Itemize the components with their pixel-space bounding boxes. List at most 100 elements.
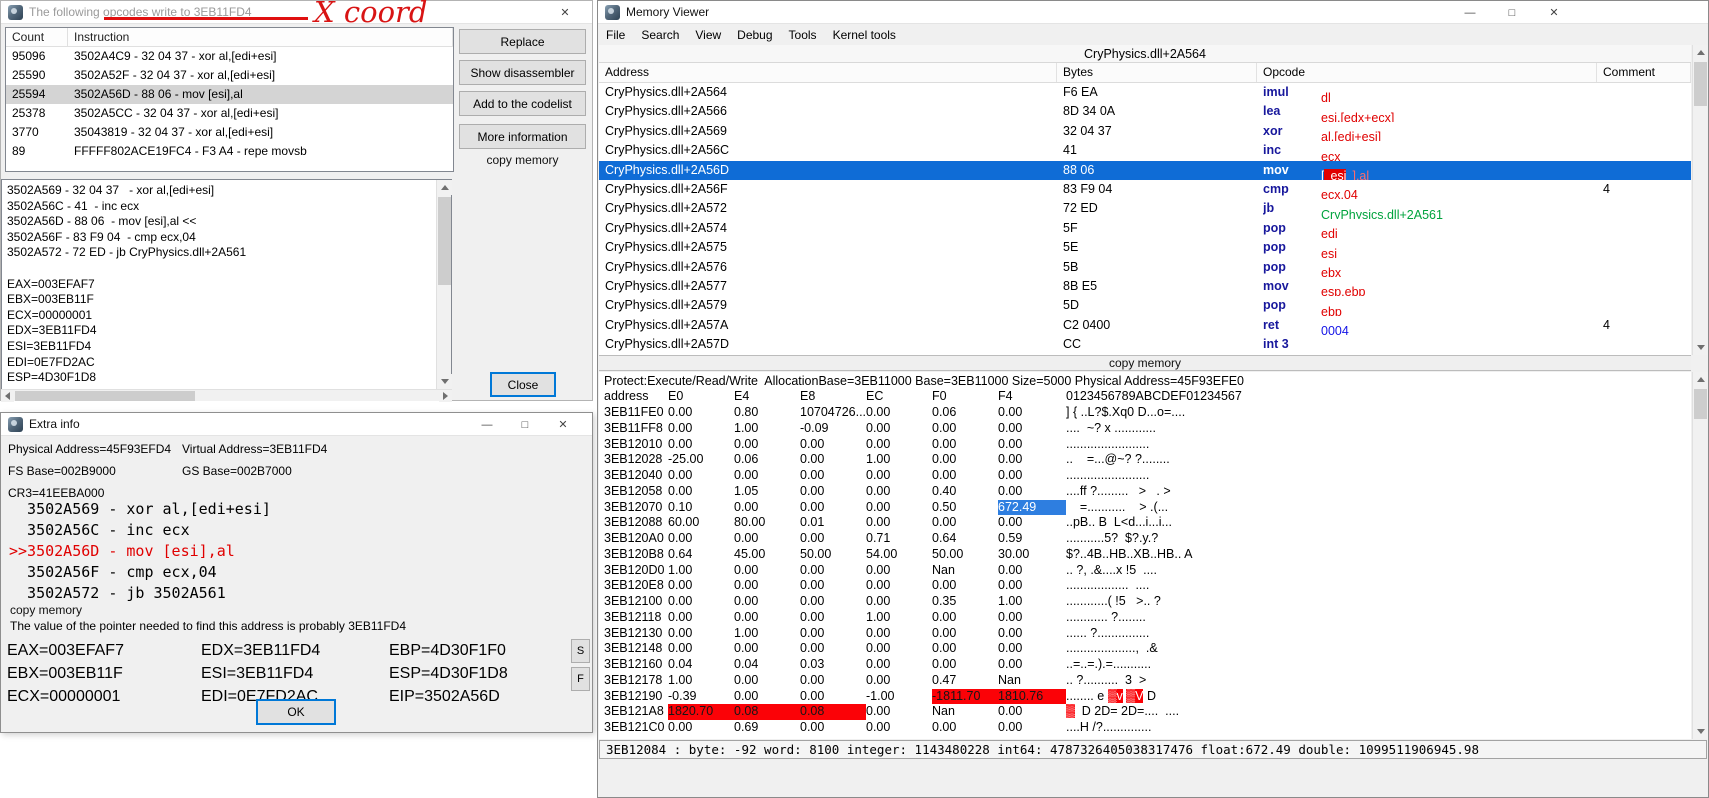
hex-cell[interactable]: 1.00: [866, 452, 932, 468]
hex-cell[interactable]: 0.00: [800, 563, 866, 579]
hex-cell[interactable]: 0.00: [998, 626, 1066, 642]
replace-button[interactable]: Replace: [459, 29, 586, 54]
opcode-row[interactable]: 89FFFFF802ACE19FC4 - F3 A4 - repe movsb: [6, 142, 453, 161]
column-header-instruction[interactable]: Instruction: [68, 28, 453, 46]
float-view-button[interactable]: F: [571, 667, 590, 691]
hex-cell[interactable]: 0.00: [800, 594, 866, 610]
scroll-up-icon[interactable]: [1693, 372, 1708, 387]
hex-cell[interactable]: 0.00: [734, 578, 800, 594]
hex-cell[interactable]: 0.00: [932, 452, 998, 468]
hex-cell[interactable]: 0.00: [932, 610, 998, 626]
hex-cell[interactable]: 0.00: [998, 421, 1066, 437]
disassembly-row[interactable]: CryPhysics.dll+2A56C41incecx: [599, 141, 1691, 160]
column-header-opcode[interactable]: Opcode: [1257, 63, 1597, 82]
hex-cell[interactable]: 0.00: [866, 563, 932, 579]
hex-cell[interactable]: 0.00: [734, 563, 800, 579]
hex-cell[interactable]: 0.50: [932, 500, 998, 516]
hex-cell[interactable]: 1.00: [866, 610, 932, 626]
hex-cell[interactable]: 0.00: [668, 610, 734, 626]
hex-cell[interactable]: 0.00: [932, 437, 998, 453]
disassembly-row[interactable]: CryPhysics.dll+2A5765Bpopebx: [599, 258, 1691, 277]
hex-cell[interactable]: 0.00: [734, 641, 800, 657]
scroll-down-icon[interactable]: [1693, 724, 1708, 739]
hex-cell[interactable]: 1.00: [668, 673, 734, 689]
hex-cell[interactable]: 0.00: [734, 437, 800, 453]
hex-cell[interactable]: 0.00: [734, 531, 800, 547]
disassembly-scrollbar[interactable]: [1692, 45, 1707, 355]
hex-cell[interactable]: 0.00: [668, 531, 734, 547]
hscrollbar-thumb[interactable]: [15, 391, 195, 401]
opcode-row[interactable]: 255943502A56D - 88 06 - mov [esi],al: [6, 85, 453, 104]
hex-cell[interactable]: 0.40: [932, 484, 998, 500]
hex-cell[interactable]: 0.64: [668, 547, 734, 563]
disassembly-row[interactable]: CryPhysics.dll+2A57272 EDjbCryPhysics.dl…: [599, 199, 1691, 218]
hex-cell[interactable]: 0.00: [932, 578, 998, 594]
scrollbar-thumb[interactable]: [1694, 389, 1707, 419]
menu-view[interactable]: View: [687, 25, 729, 45]
hex-cell[interactable]: 0.00: [800, 468, 866, 484]
hex-cell[interactable]: 0.00: [866, 657, 932, 673]
hex-row[interactable]: 3EB121000.000.000.000.000.351.00........…: [604, 594, 1691, 610]
hex-cell[interactable]: 0.00: [998, 641, 1066, 657]
hex-cell[interactable]: 1.00: [734, 626, 800, 642]
copy-memory-label[interactable]: copy memory: [10, 603, 82, 617]
hex-cell[interactable]: 1.00: [668, 563, 734, 579]
hex-cell[interactable]: 0.00: [800, 720, 866, 736]
hex-row[interactable]: 3EB120D01.000.000.000.00Nan0.00.. ?, .&.…: [604, 563, 1691, 579]
disassembly-row[interactable]: CryPhysics.dll+2A57AC2 0400ret00044: [599, 316, 1691, 335]
hex-cell[interactable]: -1811.70: [932, 689, 998, 705]
hex-cell[interactable]: 0.10: [668, 500, 734, 516]
hex-cell[interactable]: 1.00: [998, 594, 1066, 610]
hex-cell[interactable]: 0.00: [866, 594, 932, 610]
menu-file[interactable]: File: [598, 25, 633, 45]
hex-row[interactable]: 3EB120100.000.000.000.000.000.00........…: [604, 437, 1691, 453]
minimize-icon[interactable]: —: [468, 413, 506, 436]
hex-row[interactable]: 3EB12028-25.000.060.001.000.000.00.. =..…: [604, 452, 1691, 468]
hex-cell[interactable]: 0.00: [668, 641, 734, 657]
hex-cell[interactable]: 0.00: [734, 594, 800, 610]
hex-cell[interactable]: 0.00: [668, 484, 734, 500]
hex-cell[interactable]: 0.00: [866, 720, 932, 736]
hex-cell[interactable]: Nan: [932, 704, 998, 720]
hex-cell[interactable]: 0.00: [734, 468, 800, 484]
hex-cell[interactable]: 0.04: [734, 657, 800, 673]
hex-cell[interactable]: 0.00: [734, 689, 800, 705]
hex-cell[interactable]: 1.05: [734, 484, 800, 500]
hex-cell[interactable]: 10704726...: [800, 405, 866, 421]
disassembly-row[interactable]: CryPhysics.dll+2A5668D 34 0Aleaesi,[edx+…: [599, 102, 1691, 121]
hex-cell[interactable]: 0.00: [800, 689, 866, 705]
hex-row[interactable]: 3EB120A00.000.000.000.710.640.59........…: [604, 531, 1691, 547]
hex-cell[interactable]: 0.00: [932, 421, 998, 437]
hex-row[interactable]: 3EB11FE00.000.8010704726...0.000.060.00]…: [604, 405, 1691, 421]
disassembly-row[interactable]: CryPhysics.dll+2A5755Epopesi: [599, 238, 1691, 257]
hex-cell[interactable]: 0.00: [998, 720, 1066, 736]
scroll-down-icon[interactable]: [437, 374, 452, 389]
hex-cell[interactable]: 0.69: [734, 720, 800, 736]
hex-cell[interactable]: 0.00: [668, 468, 734, 484]
hex-cell[interactable]: 0.04: [668, 657, 734, 673]
hex-row[interactable]: 3EB120700.100.000.000.000.50672.49 =....…: [604, 500, 1691, 516]
hex-cell[interactable]: 0.00: [998, 704, 1066, 720]
detail-scrollbar[interactable]: [436, 180, 451, 389]
hex-cell[interactable]: 0.00: [800, 437, 866, 453]
hex-cell[interactable]: 0.00: [998, 405, 1066, 421]
hex-cell[interactable]: 1810.76: [998, 689, 1066, 705]
hex-cell[interactable]: 0.00: [932, 657, 998, 673]
hex-cell[interactable]: 0.00: [668, 437, 734, 453]
hex-cell[interactable]: 0.00: [998, 610, 1066, 626]
hex-cell[interactable]: 0.80: [734, 405, 800, 421]
hex-cell[interactable]: Nan: [932, 563, 998, 579]
hex-cell[interactable]: 45.00: [734, 547, 800, 563]
hex-cell[interactable]: 60.00: [668, 515, 734, 531]
hex-cell[interactable]: 0.00: [668, 421, 734, 437]
hex-cell[interactable]: 0.00: [734, 610, 800, 626]
hex-cell[interactable]: 0.00: [998, 563, 1066, 579]
hex-cell[interactable]: 0.00: [800, 673, 866, 689]
hex-cell[interactable]: 0.47: [932, 673, 998, 689]
hex-cell[interactable]: 0.00: [998, 578, 1066, 594]
disassembly-row[interactable]: CryPhysics.dll+2A5795Dpopebp: [599, 296, 1691, 315]
scroll-down-icon[interactable]: [1693, 340, 1708, 355]
ok-button[interactable]: OK: [256, 699, 336, 725]
hex-cell[interactable]: 0.00: [932, 515, 998, 531]
hex-cell[interactable]: 50.00: [932, 547, 998, 563]
